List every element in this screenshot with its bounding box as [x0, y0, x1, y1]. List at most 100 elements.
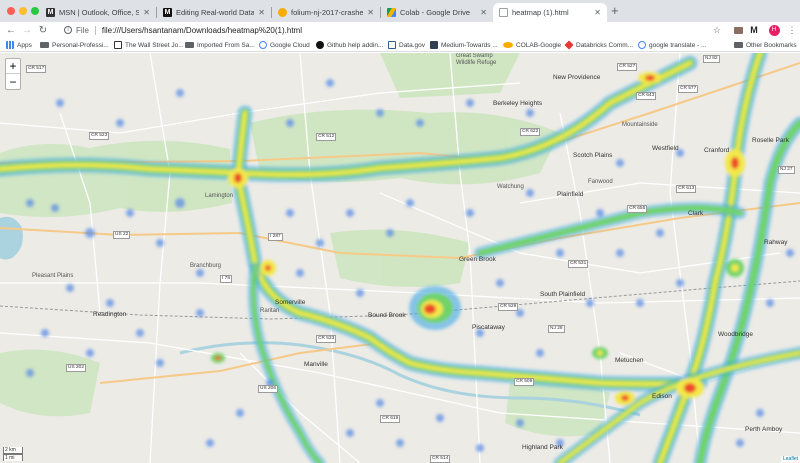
close-icon[interactable]: ✕	[143, 8, 150, 17]
bookmark-databricks[interactable]: Databricks Comm...	[564, 39, 633, 51]
bookmark-google-translate[interactable]: google translate - ...	[638, 39, 706, 51]
road-shield: NJ 28	[548, 325, 565, 333]
tab-heatmap[interactable]: heatmap (1).html ✕	[493, 3, 607, 22]
close-icon[interactable]: ✕	[594, 8, 601, 17]
window-minimize-button[interactable]	[19, 7, 27, 15]
place-label: Perth Amboy	[745, 426, 783, 433]
road-shield: NJ 82	[703, 55, 720, 63]
road-shield: CR 533	[316, 335, 337, 343]
heat-hotspot-rahway	[726, 259, 744, 277]
bookmark-other[interactable]: Other Bookmarks	[734, 39, 797, 51]
zoom-out-button[interactable]: −	[6, 74, 20, 89]
window-close-button[interactable]	[7, 7, 15, 15]
road-shield: CR 509	[514, 378, 535, 386]
zoom-in-button[interactable]: +	[6, 59, 20, 74]
medium-icon	[430, 41, 438, 49]
apps-grid-icon	[6, 41, 14, 49]
window-zoom-button[interactable]	[31, 7, 39, 15]
road-shield: CR 655	[627, 205, 648, 213]
road-shield: CR 512	[316, 133, 337, 141]
tab-google-drive[interactable]: Colab - Google Drive ✕	[381, 3, 493, 22]
road-shield: CR 619	[380, 415, 401, 423]
road-shield: US 22	[113, 231, 131, 239]
bookmark-folder-personal[interactable]: Personal-Professi...	[40, 39, 109, 51]
bookmark-apps[interactable]: Apps	[6, 39, 32, 51]
bookmark-datagov[interactable]: Data.gov	[388, 39, 425, 51]
forward-arrow-icon[interactable]: →	[20, 22, 34, 38]
place-label: Cranford	[704, 147, 730, 154]
bookmark-colab[interactable]: COLAB-Google	[503, 39, 561, 51]
url-scheme: File	[76, 25, 89, 35]
heat-hotspot-metuchen	[592, 347, 608, 359]
datagov-icon	[388, 41, 396, 49]
extension-icon[interactable]	[732, 24, 744, 36]
zoom-control: + −	[5, 58, 21, 90]
road-shield: CR 577	[678, 85, 699, 93]
tab-colab-notebook[interactable]: folium-nj-2017-crashes-1.ipyn ✕	[272, 3, 380, 22]
place-label: Rahway	[764, 239, 788, 246]
tab-title: heatmap (1).html	[512, 8, 569, 17]
leaflet-attribution[interactable]: Leaflet	[780, 456, 800, 463]
heat-hotspot-bound-brook	[409, 286, 461, 330]
place-label: Somerville	[275, 299, 306, 306]
heatmap-map[interactable]: New Providence Berkeley Heights Mountain…	[0, 53, 800, 463]
road-shield: CR 523	[89, 132, 110, 140]
tab-strip: M MSN | Outlook, Office, Skype, ✕ M Edit…	[0, 0, 800, 22]
bookmark-medium[interactable]: Medium-Towards ...	[430, 39, 498, 51]
bookmark-star-icon[interactable]: ☆	[711, 24, 723, 36]
reload-icon[interactable]: ↻	[36, 22, 50, 38]
bookmark-folder-imported[interactable]: Imported From Sa...	[185, 39, 255, 51]
heat-hotspot-edison	[615, 391, 635, 405]
heat-hotspot-manville	[211, 353, 225, 363]
back-arrow-icon[interactable]: ←	[4, 22, 18, 38]
close-icon[interactable]: ✕	[367, 8, 374, 17]
road-shield: CR 613	[676, 185, 697, 193]
address-bar[interactable]: i File file:///Users/hsantanam/Downloads…	[64, 23, 724, 37]
place-label: Lamington	[205, 193, 234, 199]
place-label: Bound Brook	[368, 312, 406, 319]
place-label: Westfield	[652, 145, 679, 152]
close-icon[interactable]: ✕	[258, 8, 265, 17]
road-shield: CR 514	[430, 455, 451, 463]
medium-icon: M	[163, 8, 172, 17]
heat-hotspot-somerville	[228, 168, 248, 188]
tab-title: folium-nj-2017-crashes-1.ipyn	[291, 8, 364, 17]
new-tab-button[interactable]: +	[611, 3, 619, 18]
place-label: Metuchen	[615, 357, 644, 364]
close-icon[interactable]: ✕	[480, 8, 487, 17]
document-icon	[499, 8, 508, 17]
extension-icon[interactable]: M	[748, 24, 760, 36]
menu-icon[interactable]: ⋮	[786, 24, 798, 36]
place-label: Fanwood	[588, 179, 613, 185]
google-icon	[638, 41, 646, 49]
place-label: Branchburg	[190, 263, 222, 269]
bookmark-wsj[interactable]: The Wall Street Jo...	[114, 39, 184, 51]
road-shield: CR 531	[568, 260, 589, 268]
map-canvas[interactable]	[0, 53, 800, 463]
tab-medium[interactable]: M Editing Real-world Data Scienc ✕	[157, 3, 271, 22]
place-label: Green Brook	[459, 256, 496, 263]
place-label: Highland Park	[522, 444, 563, 451]
tab-title: Editing Real-world Data Scienc	[176, 8, 255, 17]
address-divider	[94, 25, 96, 35]
road-shield: I 287	[268, 233, 283, 241]
place-label: Great Swamp	[456, 53, 493, 59]
info-icon[interactable]: i	[64, 26, 72, 34]
colab-icon	[503, 42, 513, 48]
place-label: Wildlife Refuge	[456, 60, 497, 66]
heat-hotspot-watchung	[638, 72, 662, 84]
place-label: Plainfield	[557, 191, 584, 198]
place-label: Berkeley Heights	[493, 100, 543, 107]
scale-bar-km: 2 km	[3, 447, 23, 454]
tab-title: MSN | Outlook, Office, Skype,	[59, 8, 140, 17]
bookmark-google-cloud[interactable]: Google Cloud	[259, 39, 310, 51]
place-label: South Plainfield	[540, 291, 586, 298]
profile-avatar[interactable]: H	[768, 24, 780, 36]
folder-icon	[185, 42, 194, 48]
road-shield: US 202	[66, 364, 86, 372]
bookmarks-bar: Apps Personal-Professi... The Wall Stree…	[0, 38, 800, 52]
tab-msn[interactable]: M MSN | Outlook, Office, Skype, ✕	[40, 3, 156, 22]
bookmark-github[interactable]: Github help addin...	[316, 39, 383, 51]
place-label: Clark	[688, 210, 704, 217]
heat-hotspot-woodbridge	[676, 378, 704, 398]
